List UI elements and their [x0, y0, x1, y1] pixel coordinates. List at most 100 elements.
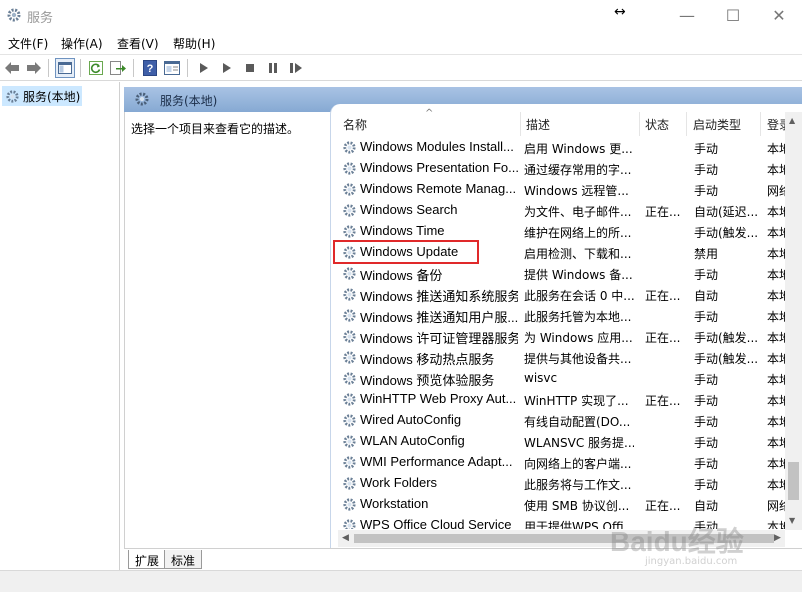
- service-name: Workstation: [360, 496, 429, 511]
- play-icon[interactable]: [194, 58, 214, 78]
- service-startup-type: 手动: [694, 394, 719, 408]
- service-gear-icon: [343, 498, 356, 511]
- service-description: 启用 Windows 更...: [524, 142, 633, 156]
- tab-standard[interactable]: 标准: [164, 550, 203, 569]
- title-bar: 服务 ↔ — ☐ ✕: [0, 0, 802, 32]
- service-status: 正在...: [645, 499, 681, 513]
- service-row[interactable]: Windows 预览体验服务 wisvc 手动 本地: [331, 368, 789, 389]
- service-description: Windows 远程管...: [524, 184, 629, 198]
- service-startup-type: 手动(触发...: [694, 226, 759, 240]
- service-description: 有线自动配置(DO...: [524, 415, 631, 429]
- service-name: Windows 许可证管理器服务: [360, 331, 518, 346]
- service-description: 通过缓存常用的字...: [524, 163, 632, 177]
- properties-icon[interactable]: [162, 58, 182, 78]
- scroll-right-icon[interactable]: ▶: [774, 533, 781, 543]
- service-gear-icon: [343, 414, 356, 427]
- toolbar-separator: [80, 59, 81, 77]
- scroll-up-icon[interactable]: ▲: [789, 116, 795, 125]
- service-gear-icon: [343, 393, 356, 406]
- service-status: 正在...: [645, 394, 681, 408]
- maximize-button[interactable]: ☐: [710, 0, 756, 30]
- service-description: WLANSVC 服务提...: [524, 436, 634, 450]
- service-startup-type: 手动: [694, 268, 719, 282]
- stop-icon[interactable]: [240, 58, 260, 78]
- column-header-description[interactable]: 描述: [520, 112, 640, 136]
- service-name: Windows 推送通知系统服务: [360, 289, 518, 304]
- service-row[interactable]: Windows Modules Install... 启用 Windows 更..…: [331, 137, 789, 158]
- close-button[interactable]: ✕: [756, 0, 802, 30]
- service-row[interactable]: WinHTTP Web Proxy Aut... WinHTTP 实现了... 正在…: [331, 389, 789, 410]
- scroll-down-icon[interactable]: ▼: [789, 516, 795, 525]
- services-list: ^ 名称 描述 状态 启动类型 登录 Windows Modules Insta…: [330, 104, 802, 548]
- tree-item-label: 服务(本地): [23, 89, 81, 104]
- service-name: Windows 备份: [360, 268, 443, 283]
- minimize-button[interactable]: —: [664, 0, 710, 30]
- menu-file[interactable]: 文件(F): [8, 35, 48, 52]
- service-startup-type: 禁用: [694, 247, 719, 261]
- service-description: 向网络上的客户端...: [524, 457, 632, 471]
- service-name: Windows 预览体验服务: [360, 373, 495, 388]
- service-gear-icon: [343, 225, 356, 238]
- panel-title: 服务(本地): [160, 94, 218, 108]
- tab-extended[interactable]: 扩展: [128, 550, 167, 569]
- service-name: WLAN AutoConfig: [360, 433, 465, 448]
- service-description: WinHTTP 实现了...: [524, 394, 629, 408]
- toolbar-separator: [133, 59, 134, 77]
- help-icon[interactable]: ?: [140, 58, 160, 78]
- resize-cursor-icon: ↔: [614, 4, 626, 20]
- play-alt-icon[interactable]: [217, 58, 237, 78]
- service-row[interactable]: Windows 备份 提供 Windows 备... 手动 本地: [331, 263, 789, 284]
- tree-item-services-local[interactable]: 服务(本地): [2, 86, 82, 106]
- service-gear-icon: [343, 267, 356, 280]
- service-row[interactable]: Windows Remote Manag... Windows 远程管... 手动网…: [331, 179, 789, 200]
- refresh-icon[interactable]: [86, 58, 106, 78]
- description-text: 选择一个项目来查看它的描述。: [131, 122, 300, 136]
- service-row[interactable]: WLAN AutoConfig WLANSVC 服务提... 手动 本地: [331, 431, 789, 452]
- back-arrow-icon[interactable]: [2, 58, 22, 78]
- service-row[interactable]: Workstation 使用 SMB 协议创... 正在... 自动 网络: [331, 494, 789, 515]
- console-tree-icon[interactable]: [55, 58, 75, 78]
- vertical-scrollbar[interactable]: ▲ ▼: [785, 112, 802, 530]
- service-startup-type: 手动: [694, 163, 719, 177]
- service-name: Work Folders: [360, 475, 438, 490]
- service-description: 使用 SMB 协议创...: [524, 499, 630, 513]
- service-name: WinHTTP Web Proxy Aut...: [360, 391, 517, 406]
- service-row[interactable]: Windows 许可证管理器服务为 Windows 应用... 正在... 手动(触…: [331, 326, 789, 347]
- watermark-url: jingyan.baidu.com: [645, 556, 738, 567]
- column-header-status[interactable]: 状态: [639, 112, 687, 136]
- export-list-icon[interactable]: [108, 58, 128, 78]
- toolbar-separator: [48, 59, 49, 77]
- service-row[interactable]: Windows Search 为文件、电子邮件... 正在... 自动(延迟... 本地: [331, 200, 789, 221]
- service-startup-type: 手动: [694, 415, 719, 429]
- service-startup-type: 手动: [694, 184, 719, 198]
- resume-icon[interactable]: [286, 58, 306, 78]
- service-startup-type: 手动: [694, 436, 719, 450]
- scroll-left-icon[interactable]: ◀: [342, 533, 349, 543]
- service-name: Windows Remote Manag...: [360, 181, 517, 196]
- service-row[interactable]: Work Folders 此服务将与工作文... 手动 本地: [331, 473, 789, 494]
- service-row[interactable]: Windows 推送通知用户服... 此服务托管为本地... 手动 本地: [331, 305, 789, 326]
- service-gear-icon: [343, 519, 356, 529]
- service-row[interactable]: Windows Time 维护在网络上的所... 手动(触发... 本地: [331, 221, 789, 242]
- service-row[interactable]: WMI Performance Adapt... 向网络上的客户端... 手动 本地: [331, 452, 789, 473]
- service-gear-icon: [343, 330, 356, 343]
- column-header-name[interactable]: 名称: [337, 112, 521, 136]
- service-description: 提供 Windows 备...: [524, 268, 633, 282]
- service-gear-icon: [343, 204, 356, 217]
- menu-action[interactable]: 操作(A): [61, 35, 103, 52]
- service-row[interactable]: Windows 移动热点服务 提供与其他设备共... 手动(触发... 本地: [331, 347, 789, 368]
- service-row[interactable]: Windows Presentation Fo... 通过缓存常用的字... 手动本…: [331, 158, 789, 179]
- service-startup-type: 手动: [694, 373, 719, 387]
- menu-help[interactable]: 帮助(H): [173, 35, 215, 52]
- service-description: 为 Windows 应用...: [524, 331, 633, 345]
- pause-icon[interactable]: [263, 58, 283, 78]
- service-row[interactable]: Windows 推送通知系统服务 此服务在会话 0 中... 正在... 自动 本地: [331, 284, 789, 305]
- service-row[interactable]: Wired AutoConfig 有线自动配置(DO... 手动 本地: [331, 410, 789, 431]
- service-startup-type: 手动(触发...: [694, 352, 759, 366]
- menu-bar: 文件(F) 操作(A) 查看(V) 帮助(H): [0, 32, 802, 54]
- services-gear-icon: [7, 8, 21, 22]
- menu-view[interactable]: 查看(V): [117, 35, 159, 52]
- forward-arrow-icon[interactable]: [24, 58, 44, 78]
- vertical-scroll-thumb[interactable]: [788, 462, 799, 500]
- column-header-startup-type[interactable]: 启动类型: [687, 112, 761, 136]
